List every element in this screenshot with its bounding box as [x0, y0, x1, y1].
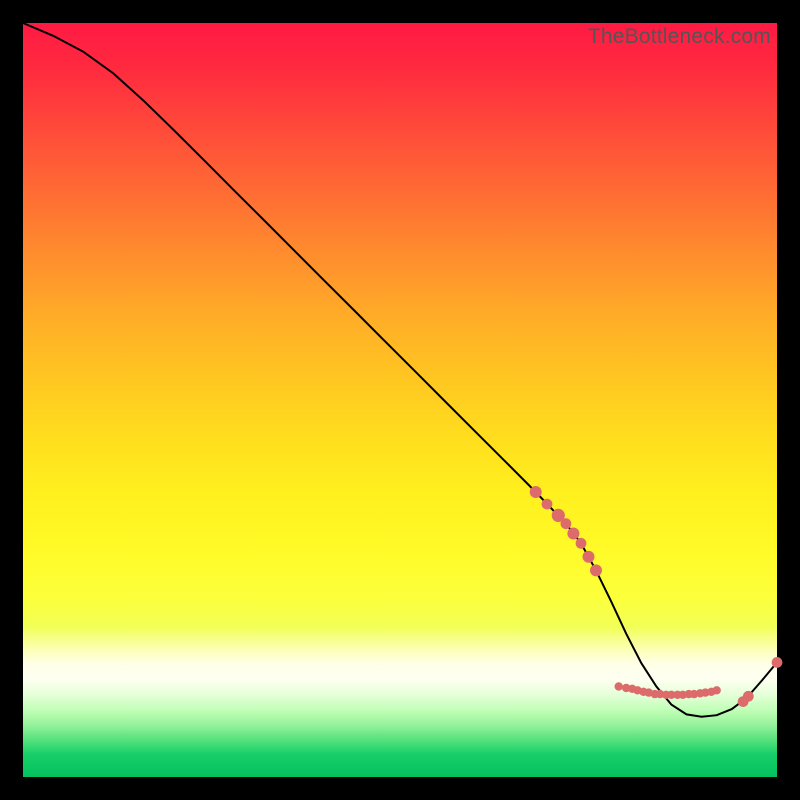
data-point [542, 499, 553, 510]
data-point [743, 691, 754, 702]
data-point [576, 538, 587, 549]
data-point [590, 564, 602, 576]
data-point [530, 486, 542, 498]
data-point [772, 657, 783, 668]
bottleneck-curve [23, 23, 777, 717]
data-point [561, 518, 572, 529]
data-point [713, 686, 721, 694]
data-point [583, 551, 595, 563]
chart-svg [23, 23, 777, 777]
plot-area: TheBottleneck.com [23, 23, 777, 777]
data-point [567, 528, 579, 540]
data-point [615, 682, 623, 690]
chart-frame: TheBottleneck.com [0, 0, 800, 800]
data-markers [530, 486, 783, 707]
